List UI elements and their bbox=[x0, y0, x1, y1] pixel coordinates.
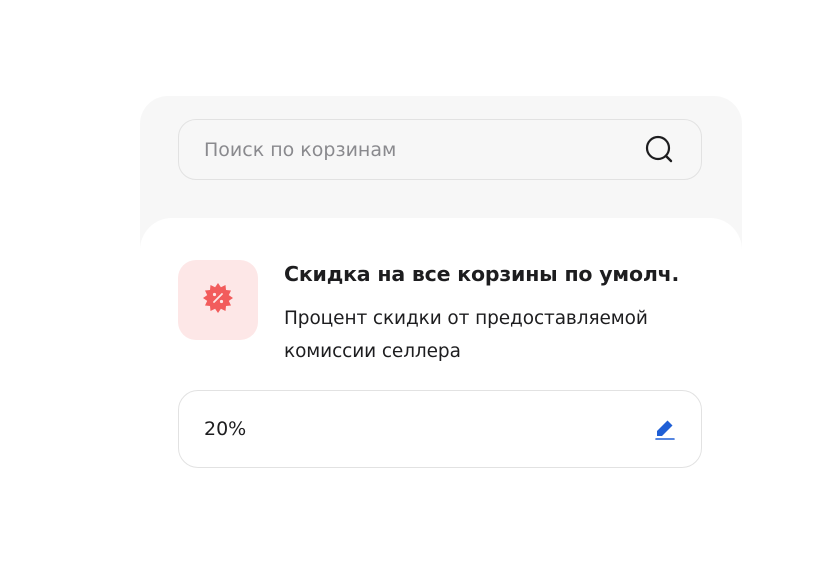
discount-badge-icon bbox=[201, 281, 235, 319]
discount-title: Скидка на все корзины по умолч. bbox=[284, 262, 680, 286]
discount-value: 20% bbox=[204, 418, 247, 440]
pencil-icon[interactable] bbox=[651, 415, 679, 443]
discount-value-field[interactable]: 20% bbox=[178, 390, 702, 468]
search-icon[interactable] bbox=[643, 133, 677, 167]
discount-icon-tile bbox=[178, 260, 258, 340]
search-input[interactable] bbox=[204, 138, 643, 161]
search-bar[interactable] bbox=[178, 119, 702, 180]
discount-description: Процент скидки от предоставляемой комисс… bbox=[284, 308, 648, 362]
discount-settings-screen: Скидка на все корзины по умолч. Процент … bbox=[0, 0, 824, 568]
